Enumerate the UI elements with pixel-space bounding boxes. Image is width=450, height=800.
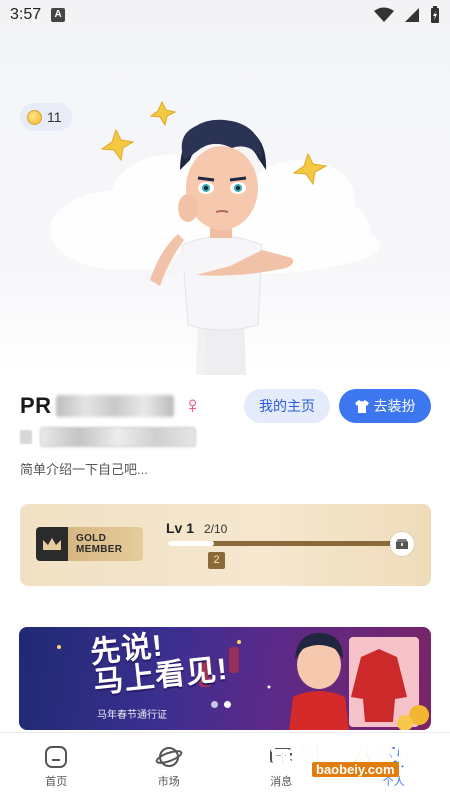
- battery-icon: [431, 6, 439, 23]
- wifi-icon: [374, 7, 394, 22]
- nav-label-market: 市场: [157, 776, 180, 788]
- level-progress-text: 2/10: [204, 522, 228, 536]
- id-icon: [20, 430, 32, 444]
- avatar-scene: [50, 100, 380, 375]
- banner-dot-active[interactable]: [224, 701, 231, 708]
- signal-icon: [405, 8, 419, 22]
- gold-label-line2: MEMBER: [76, 544, 123, 555]
- banner-subtitle: 马年春节通行证: [97, 710, 167, 721]
- banner-dot[interactable]: [211, 701, 218, 708]
- level-progress-fill: [168, 541, 215, 546]
- home-icon: [45, 746, 68, 768]
- profile-name: PR ♀: [20, 392, 202, 420]
- profile-id-redacted: [40, 427, 196, 447]
- gold-member-label: GOLD MEMBER: [68, 527, 143, 561]
- banner-pagination: [211, 701, 231, 708]
- profile-name-redacted: [55, 395, 174, 417]
- gold-member-card[interactable]: GOLD MEMBER Lv 1 2/10 2: [20, 504, 431, 586]
- level-progress-track: [168, 541, 400, 546]
- profile-id-row: [20, 427, 196, 447]
- dress-up-button[interactable]: 去装扮: [339, 389, 431, 423]
- coin-balance[interactable]: 11: [20, 103, 72, 131]
- dress-up-label: 去装扮: [373, 398, 416, 414]
- my-homepage-button[interactable]: 我的主页: [244, 389, 330, 423]
- coin-count: 11: [47, 109, 62, 125]
- level-progress-marker: 2: [208, 552, 225, 569]
- gold-label-line1: GOLD: [76, 533, 107, 544]
- gold-member-badge: GOLD MEMBER: [36, 527, 143, 561]
- nav-item-home[interactable]: 首页: [0, 733, 113, 800]
- site-watermark: 宝贝游戏网 baobeiy.com: [269, 735, 445, 780]
- avatar-hero: 11: [0, 30, 450, 375]
- shirt-icon: [354, 399, 369, 413]
- my-homepage-label: 我的主页: [259, 398, 315, 414]
- female-gender-icon: ♀: [183, 392, 203, 419]
- status-icons: [374, 6, 440, 24]
- crown-icon: [36, 527, 68, 561]
- profile-name-prefix: PR: [20, 393, 52, 418]
- coin-icon: [27, 109, 42, 125]
- reward-chest-icon[interactable]: [390, 532, 414, 556]
- nav-label-home: 首页: [45, 776, 68, 788]
- nav-item-market[interactable]: 市场: [113, 733, 226, 800]
- planet-icon: [155, 747, 183, 767]
- a-app-icon: A: [51, 8, 66, 22]
- promo-banner[interactable]: 先说! 马上看见! 马年春节通行证: [19, 627, 431, 730]
- level-label: Lv 1: [166, 520, 195, 536]
- watermark-url: baobeiy.com: [312, 762, 399, 777]
- profile-bio[interactable]: 简单介绍一下自己吧...: [20, 459, 148, 478]
- status-time: 3:57: [10, 6, 42, 23]
- status-bar: 3:57 A: [0, 0, 450, 30]
